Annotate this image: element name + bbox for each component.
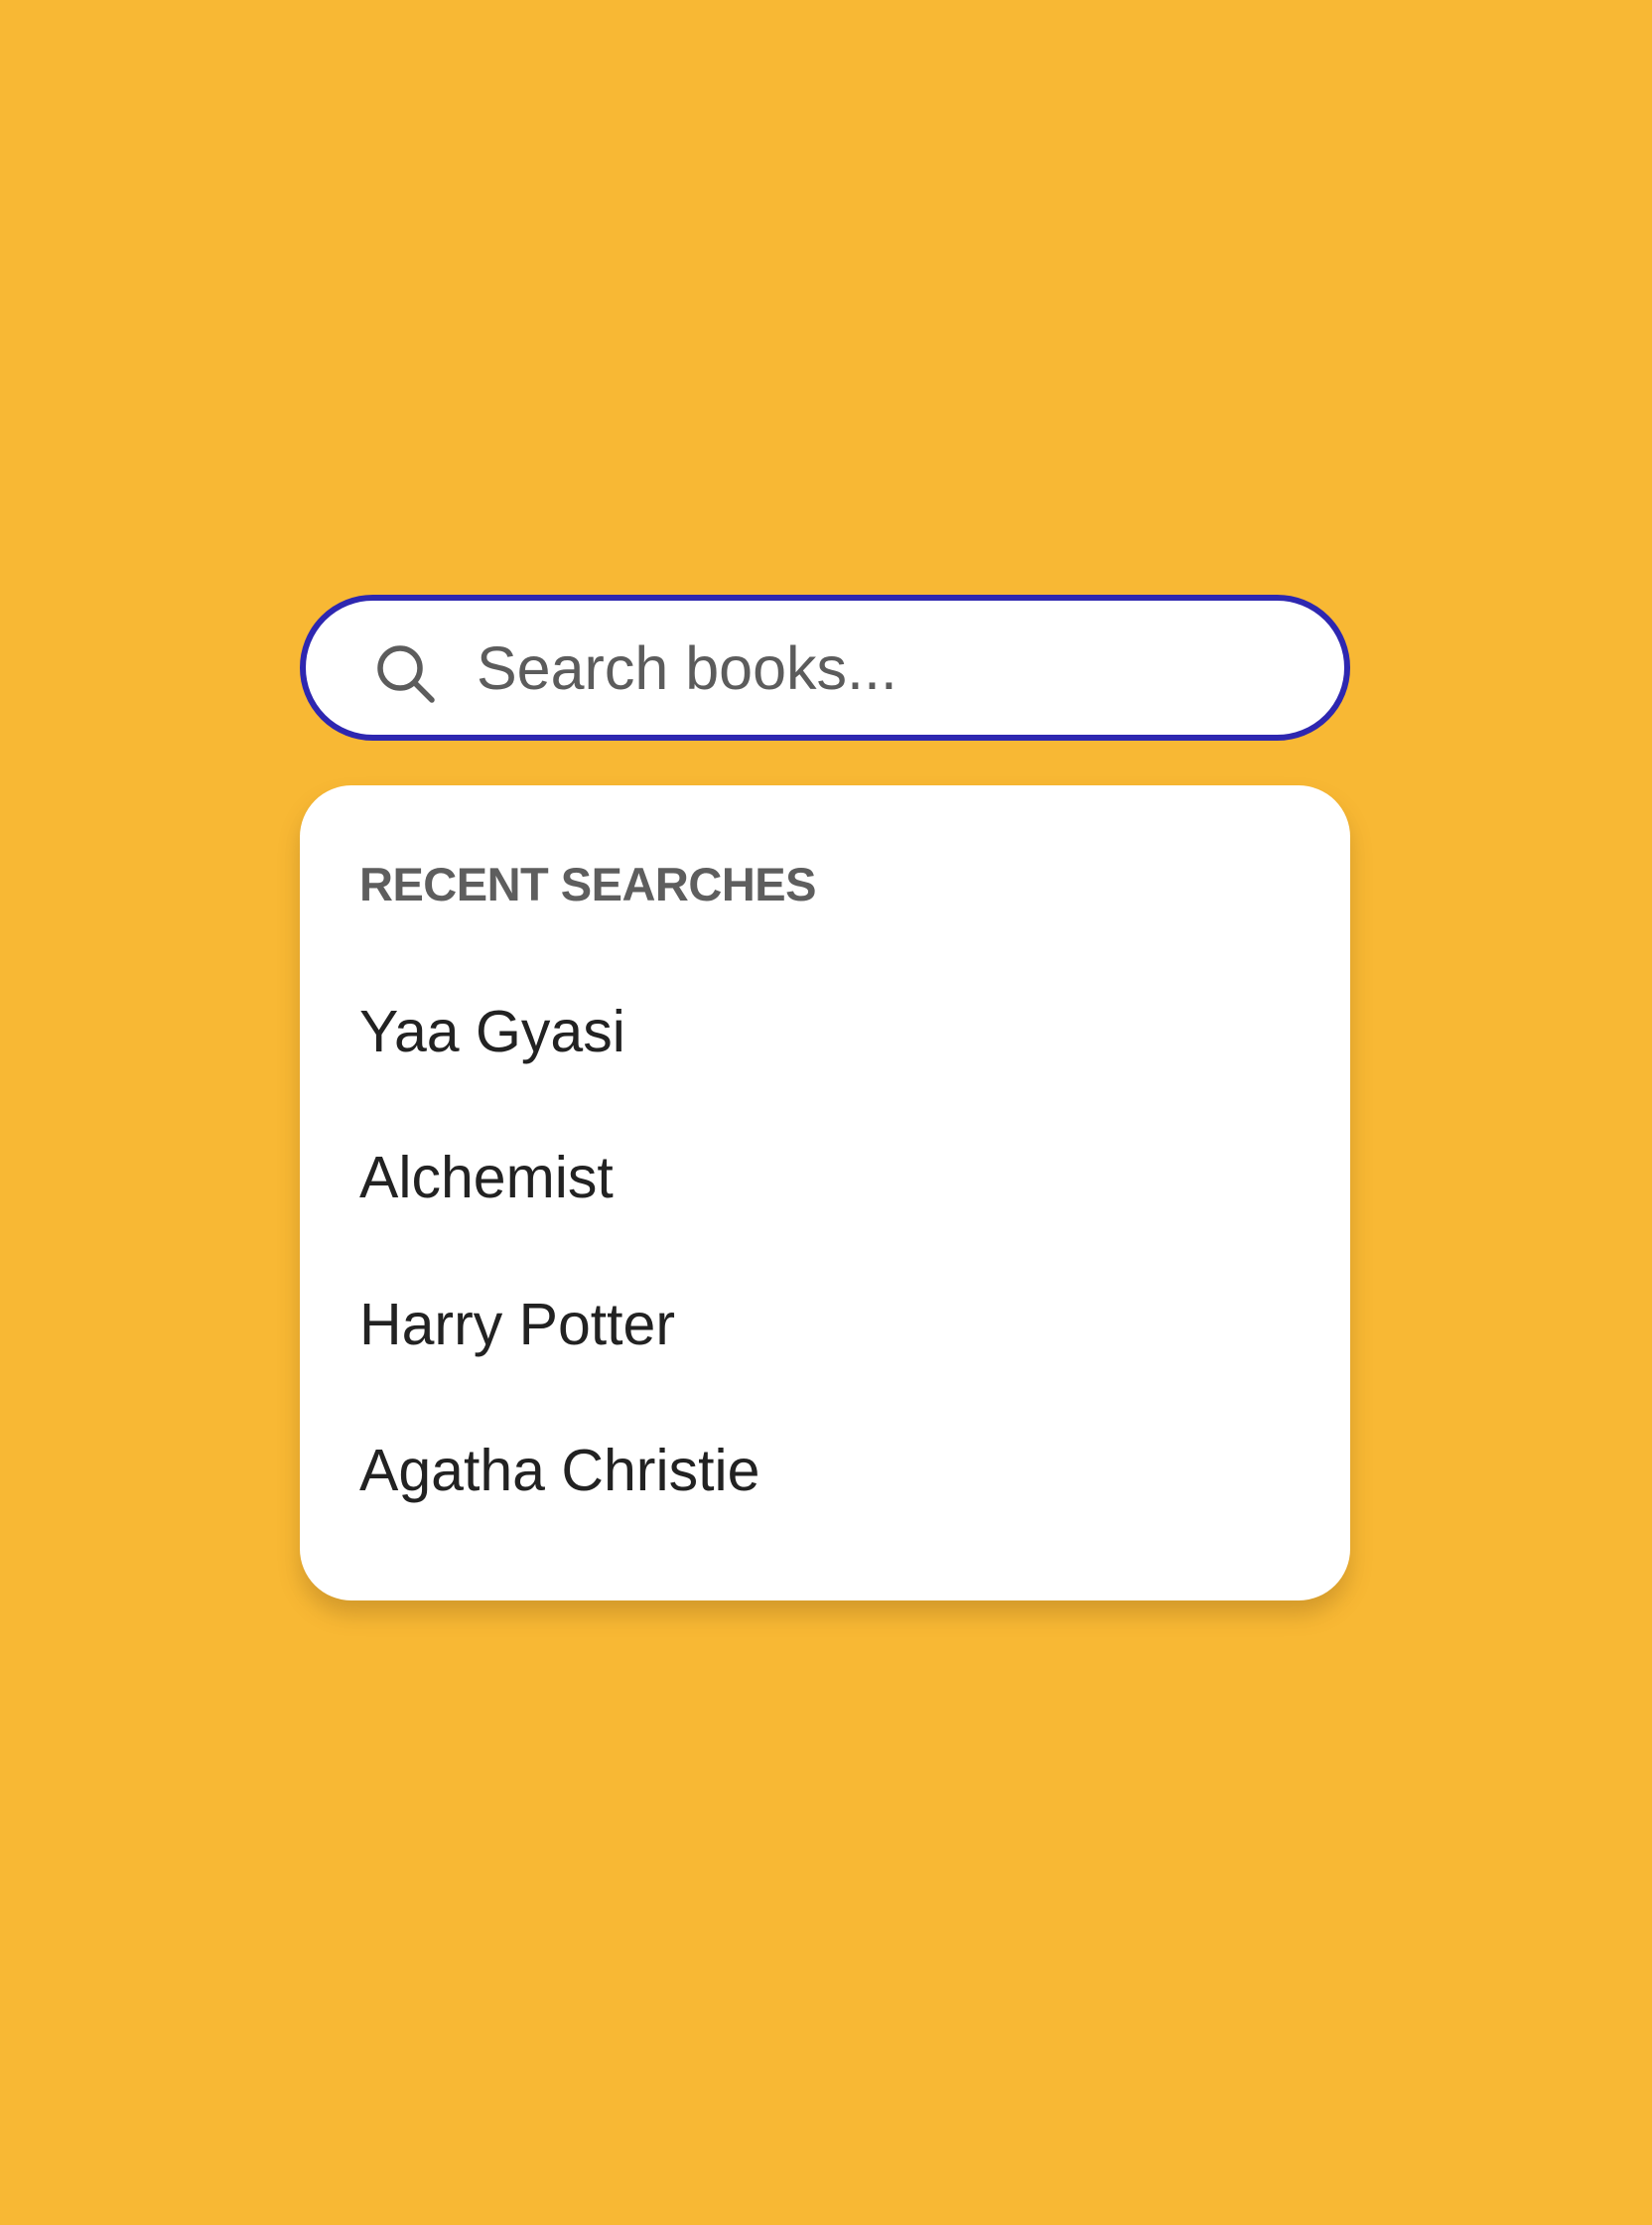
recent-searches-dropdown: RECENT SEARCHES Yaa Gyasi Alchemist Harr…	[300, 785, 1350, 1600]
search-icon[interactable]	[375, 643, 437, 705]
recent-search-item[interactable]: Yaa Gyasi	[359, 982, 1293, 1081]
recent-search-item-label: Harry Potter	[359, 1292, 676, 1357]
recent-searches-heading: RECENT SEARCHES	[359, 858, 816, 910]
recent-search-item-label: Alchemist	[359, 1145, 614, 1210]
recent-search-item-label: Agatha Christie	[359, 1438, 760, 1503]
search-input[interactable]	[477, 625, 1291, 712]
recent-search-item[interactable]: Agatha Christie	[359, 1421, 1293, 1520]
recent-search-item-label: Yaa Gyasi	[359, 999, 625, 1064]
recent-search-item[interactable]: Harry Potter	[359, 1275, 1293, 1374]
search-bar[interactable]	[300, 595, 1350, 741]
recent-search-item[interactable]: Alchemist	[359, 1128, 1293, 1227]
